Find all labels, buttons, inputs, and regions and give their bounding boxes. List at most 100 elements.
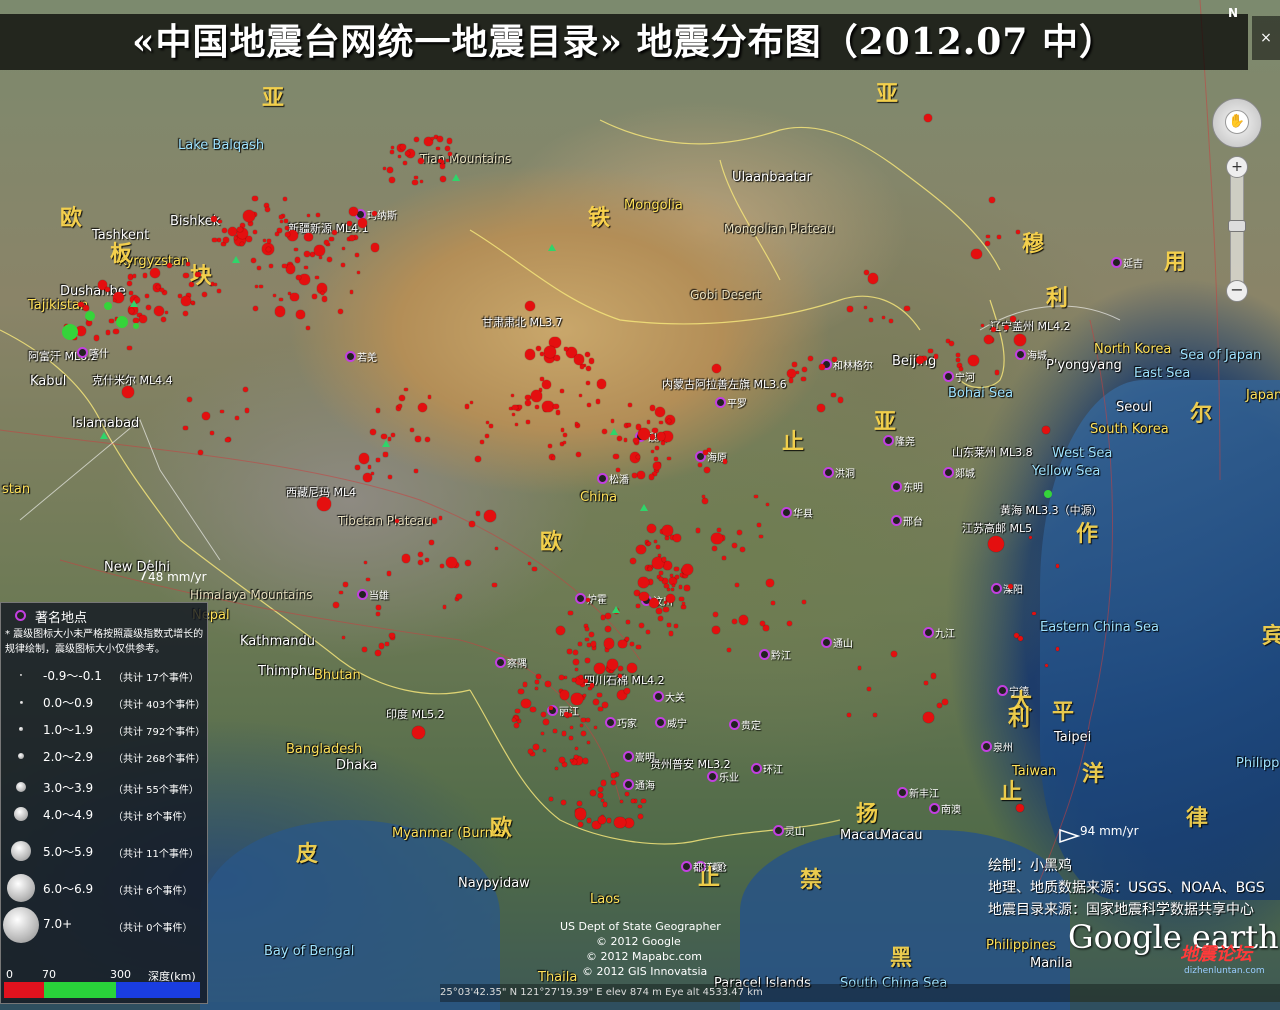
earthquake-dot[interactable] (480, 440, 484, 444)
earthquake-dot-large[interactable] (317, 497, 331, 511)
earthquake-dot[interactable] (391, 432, 396, 437)
earthquake-dot[interactable] (585, 365, 592, 371)
earthquake-dot[interactable] (722, 555, 727, 560)
earthquake-dot[interactable] (456, 593, 462, 600)
earthquake-dot[interactable] (315, 275, 319, 280)
earthquake-dot[interactable] (847, 306, 853, 312)
earthquake-dot[interactable] (568, 735, 573, 740)
deep-earthquake-dot[interactable] (1044, 490, 1052, 498)
earthquake-dot[interactable] (667, 623, 671, 627)
earthquake-dot[interactable] (678, 585, 683, 589)
earthquake-dot[interactable] (570, 693, 583, 705)
earthquake-dot[interactable] (1055, 647, 1060, 651)
earthquake-dot[interactable] (661, 557, 666, 562)
earthquake-dot[interactable] (759, 534, 763, 539)
earthquake-dot[interactable] (530, 390, 543, 402)
earthquake-dot[interactable] (601, 429, 607, 434)
earthquake-dot[interactable] (383, 452, 388, 457)
earthquake-dot[interactable] (511, 412, 515, 417)
earthquake-dot[interactable] (788, 378, 794, 383)
earthquake-dot[interactable] (312, 294, 317, 299)
earthquake-dot[interactable] (279, 297, 283, 301)
earthquake-dot[interactable] (684, 585, 690, 591)
earthquake-dot[interactable] (567, 649, 572, 654)
earthquake-dot-large[interactable] (525, 301, 535, 311)
earthquake-dot[interactable] (581, 731, 586, 736)
earthquake-dot[interactable] (596, 692, 602, 698)
earthquake-dot[interactable] (638, 622, 644, 628)
earthquake-dot[interactable] (664, 583, 669, 589)
earthquake-dot[interactable] (904, 305, 910, 312)
earthquake-dot[interactable] (561, 730, 567, 736)
earthquake-dot[interactable] (603, 637, 615, 649)
earthquake-dot[interactable] (225, 437, 230, 443)
famous-site-marker-icon[interactable] (653, 691, 664, 702)
earthquake-dot[interactable] (663, 600, 667, 605)
earthquake-dot[interactable] (711, 626, 720, 635)
earthquake-dot[interactable] (948, 340, 954, 347)
earthquake-dot[interactable] (597, 786, 603, 792)
earthquake-dot[interactable] (659, 420, 663, 425)
earthquake-dot-large[interactable] (606, 658, 618, 670)
earthquake-dot[interactable] (586, 598, 591, 602)
earthquake-dot[interactable] (593, 698, 600, 705)
earthquake-dot[interactable] (427, 394, 432, 399)
deep-earthquake-dot[interactable] (62, 324, 78, 340)
earthquake-dot[interactable] (734, 582, 740, 587)
earthquake-dot[interactable] (928, 348, 933, 354)
earthquake-dot[interactable] (525, 399, 531, 406)
earthquake-dot[interactable] (515, 708, 520, 714)
earthquake-dot-large[interactable] (1014, 334, 1026, 346)
earthquake-dot[interactable] (183, 273, 189, 279)
earthquake-dot[interactable] (268, 263, 273, 268)
earthquake-dot[interactable] (93, 335, 100, 341)
earthquake-dot[interactable] (412, 180, 418, 186)
earthquake-dot[interactable] (404, 387, 408, 392)
earthquake-dot[interactable] (753, 494, 758, 499)
earthquake-dot[interactable] (680, 604, 686, 610)
earthquake-dot[interactable] (234, 415, 239, 420)
earthquake-dot[interactable] (149, 268, 160, 279)
earthquake-dot[interactable] (626, 620, 630, 625)
earthquake-dot[interactable] (402, 160, 407, 165)
earthquake-dot[interactable] (738, 615, 749, 625)
earthquake-dot[interactable] (518, 405, 522, 409)
famous-site-marker-icon[interactable] (357, 589, 368, 600)
earthquake-dot[interactable] (296, 310, 305, 319)
earthquake-dot[interactable] (511, 393, 515, 397)
earthquake-dot[interactable] (655, 545, 660, 549)
earthquake-dot[interactable] (648, 566, 652, 571)
earthquake-dot[interactable] (658, 570, 664, 575)
famous-site-marker-icon[interactable] (1015, 349, 1026, 360)
earthquake-dot[interactable] (294, 257, 301, 263)
earthquake-dot[interactable] (186, 261, 191, 266)
famous-site-marker-icon[interactable] (605, 717, 616, 728)
earthquake-dot[interactable] (924, 681, 928, 685)
earthquake-dot[interactable] (545, 681, 551, 687)
earthquake-dot[interactable] (211, 216, 217, 222)
earthquake-dot[interactable] (252, 305, 258, 311)
earthquake-dot[interactable] (430, 136, 434, 140)
earthquake-dot[interactable] (613, 453, 619, 460)
earthquake-dot[interactable] (339, 590, 343, 595)
earthquake-dot[interactable] (562, 441, 566, 445)
earthquake-dot[interactable] (437, 135, 443, 142)
earthquake-dot[interactable] (387, 167, 393, 173)
earthquake-dot[interactable] (573, 354, 585, 365)
famous-site-marker-icon[interactable] (495, 657, 506, 668)
earthquake-dot[interactable] (375, 408, 381, 413)
earthquake-dot-large[interactable] (988, 536, 1004, 552)
earthquake-dot[interactable] (385, 642, 389, 646)
earthquake-dot[interactable] (475, 456, 481, 462)
earthquake-dot[interactable] (581, 717, 586, 722)
famous-site-marker-icon[interactable] (943, 371, 954, 382)
earthquake-dot[interactable] (922, 712, 934, 723)
earthquake-dot[interactable] (290, 292, 299, 302)
earthquake-dot[interactable] (702, 450, 708, 456)
earthquake-dot[interactable] (673, 623, 679, 628)
earthquake-dot[interactable] (801, 366, 808, 372)
hand-icon[interactable]: ✋ (1225, 110, 1249, 134)
earthquake-dot[interactable] (398, 394, 405, 401)
earthquake-dot[interactable] (464, 559, 471, 566)
famous-site-marker-icon[interactable] (345, 351, 356, 362)
